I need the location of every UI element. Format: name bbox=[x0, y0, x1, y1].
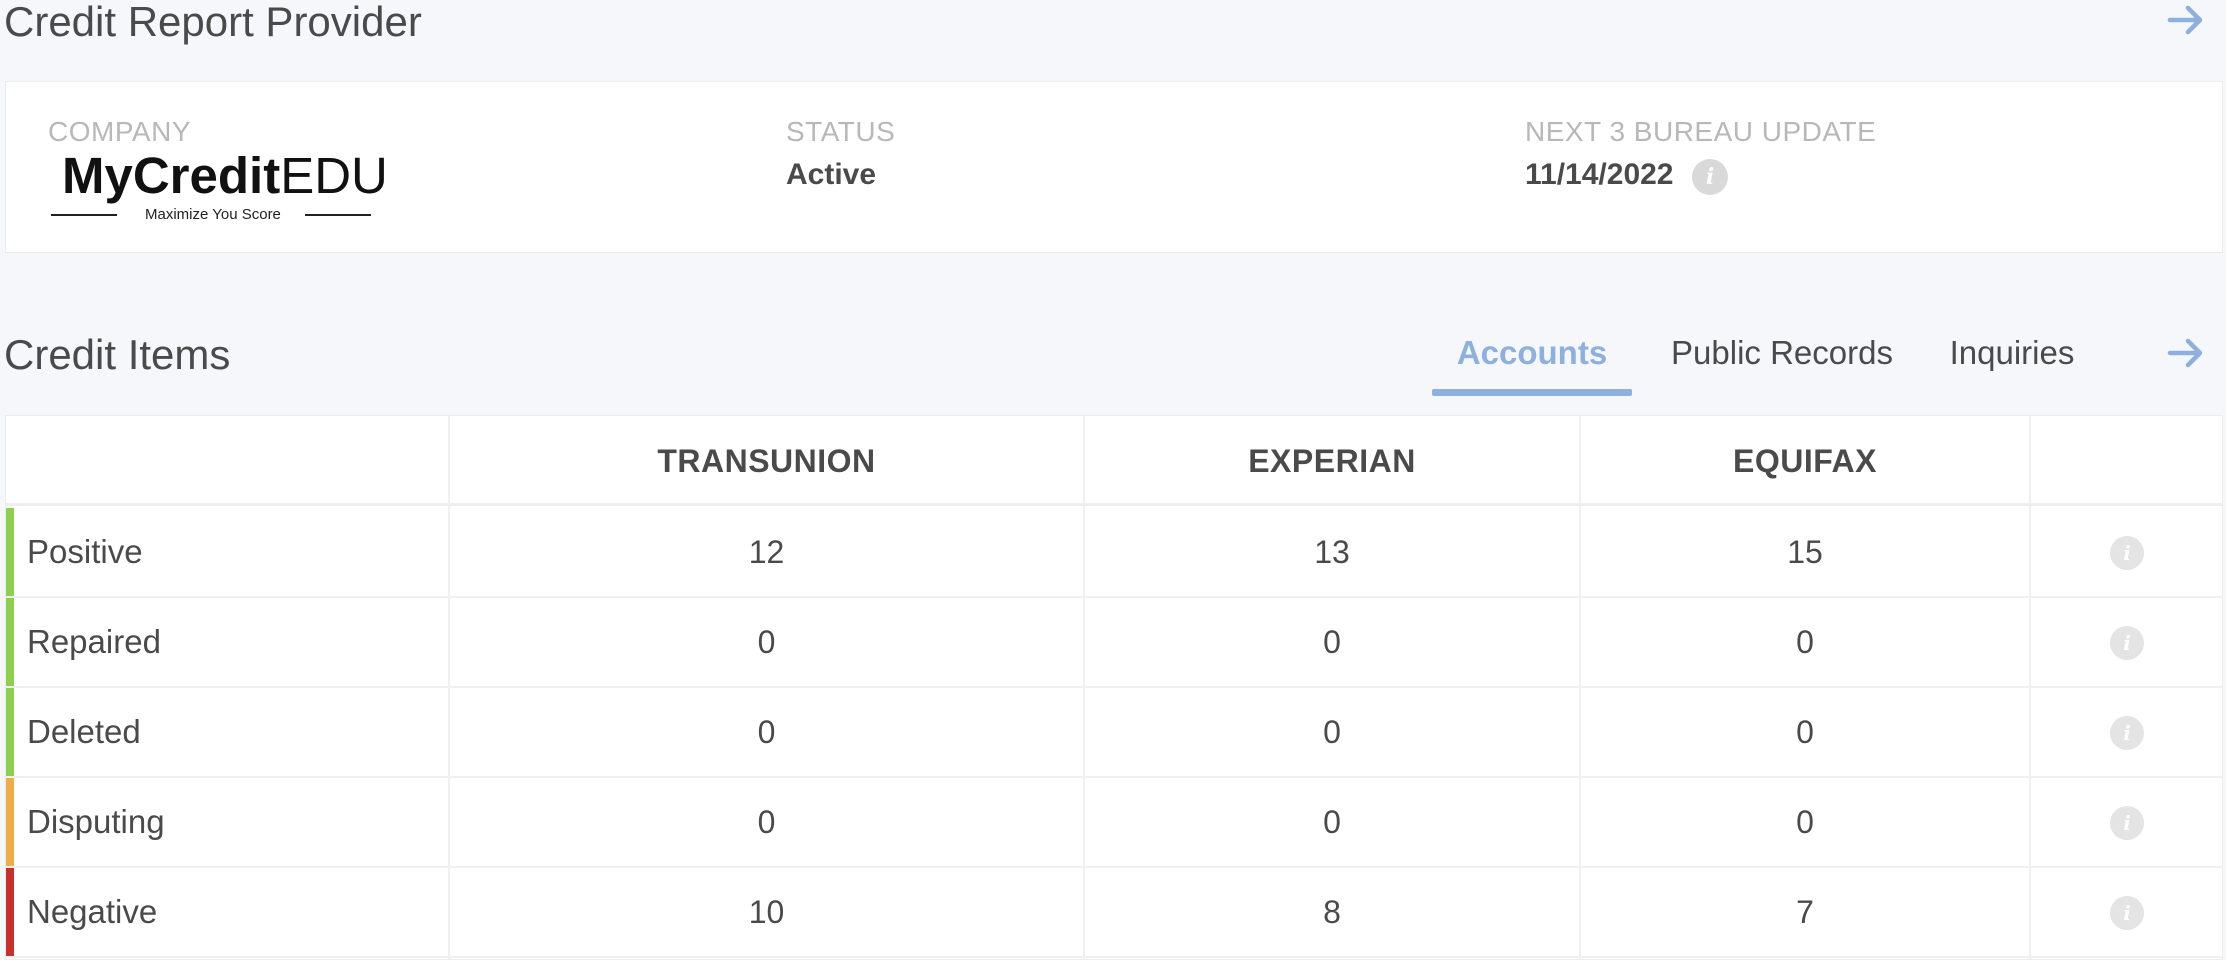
row-value-cell: 10 bbox=[748, 893, 785, 930]
row-value-cell: 0 bbox=[1796, 713, 1814, 750]
row-value-cell: 7 bbox=[1796, 893, 1814, 930]
row-info-icon[interactable]: i bbox=[2110, 806, 2144, 840]
row-status-bar bbox=[6, 598, 14, 686]
tab-accounts[interactable]: Accounts bbox=[1432, 330, 1632, 396]
row-info-icon[interactable]: i bbox=[2110, 626, 2144, 660]
credit-items-arrow-icon[interactable] bbox=[2166, 333, 2206, 373]
table-row: Disputing 0 0 0 i bbox=[6, 778, 2222, 868]
row-value-cell: 0 bbox=[757, 803, 776, 840]
row-status-bar bbox=[6, 778, 14, 866]
row-label: Deleted bbox=[27, 713, 141, 750]
row-value-cell: 0 bbox=[1796, 803, 1814, 840]
status-value: Active bbox=[786, 158, 877, 191]
logo-brand-light: EDU bbox=[280, 147, 388, 204]
row-value-cell: 12 bbox=[748, 533, 785, 570]
row-status-bar bbox=[6, 508, 14, 596]
provider-section-title: Credit Report Provider bbox=[4, 0, 422, 45]
logo-underline-left bbox=[51, 214, 117, 216]
row-label: Repaired bbox=[27, 623, 161, 660]
row-value-cell: 0 bbox=[1323, 803, 1341, 840]
logo-underline-right bbox=[305, 214, 371, 216]
provider-arrow-icon[interactable] bbox=[2166, 0, 2206, 40]
credit-items-title: Credit Items bbox=[4, 331, 231, 378]
row-label: Negative bbox=[27, 893, 158, 930]
table-row: Repaired 0 0 0 i bbox=[6, 598, 2222, 688]
next-update-label: NEXT 3 BUREAU UPDATE bbox=[1525, 116, 1877, 147]
row-value-cell: 15 bbox=[1787, 533, 1823, 570]
row-value-cell: 0 bbox=[1323, 623, 1341, 660]
column-header-experian: EXPERIAN bbox=[1248, 442, 1416, 479]
next-update-info-icon[interactable]: i bbox=[1692, 159, 1728, 195]
row-value-cell: 13 bbox=[1314, 533, 1350, 570]
provider-card: COMPANY MyCreditEDU Maximize You Score S… bbox=[5, 81, 2223, 253]
logo-tagline: Maximize You Score bbox=[145, 206, 281, 223]
row-value-cell: 0 bbox=[1796, 623, 1814, 660]
column-header-transunion: TRANSUNION bbox=[657, 442, 876, 479]
table-row: Deleted 0 0 0 i bbox=[6, 688, 2222, 778]
tab-public-records[interactable]: Public Records bbox=[1662, 330, 1902, 390]
next-update-value: 11/14/2022 bbox=[1525, 158, 1674, 191]
table-row: Negative 10 8 7 i bbox=[6, 868, 2222, 958]
logo-brand-bold: MyCredit bbox=[62, 147, 281, 204]
credit-items-table: TRANSUNION EXPERIAN EQUIFAX Positive 12 13… bbox=[5, 415, 2223, 960]
row-info-icon[interactable]: i bbox=[2110, 536, 2144, 570]
column-header-equifax: EQUIFAX bbox=[1733, 442, 1877, 479]
table-header-row: TRANSUNION EXPERIAN EQUIFAX bbox=[6, 416, 2222, 506]
row-status-bar bbox=[6, 868, 14, 956]
row-status-bar bbox=[6, 688, 14, 776]
row-label: Disputing bbox=[27, 803, 165, 840]
row-info-icon[interactable]: i bbox=[2110, 716, 2144, 750]
row-label: Positive bbox=[27, 533, 143, 570]
row-info-icon[interactable]: i bbox=[2110, 896, 2144, 930]
status-label: STATUS bbox=[786, 116, 896, 147]
tab-inquiries[interactable]: Inquiries bbox=[1932, 330, 2092, 390]
company-label: COMPANY bbox=[48, 116, 191, 147]
row-value-cell: 8 bbox=[1323, 893, 1341, 930]
row-value-cell: 0 bbox=[757, 713, 776, 750]
company-logo: MyCreditEDU Maximize You Score bbox=[48, 147, 388, 242]
table-row: Positive 12 13 15 i bbox=[6, 508, 2222, 598]
row-value-cell: 0 bbox=[1323, 713, 1341, 750]
row-value-cell: 0 bbox=[757, 623, 776, 660]
